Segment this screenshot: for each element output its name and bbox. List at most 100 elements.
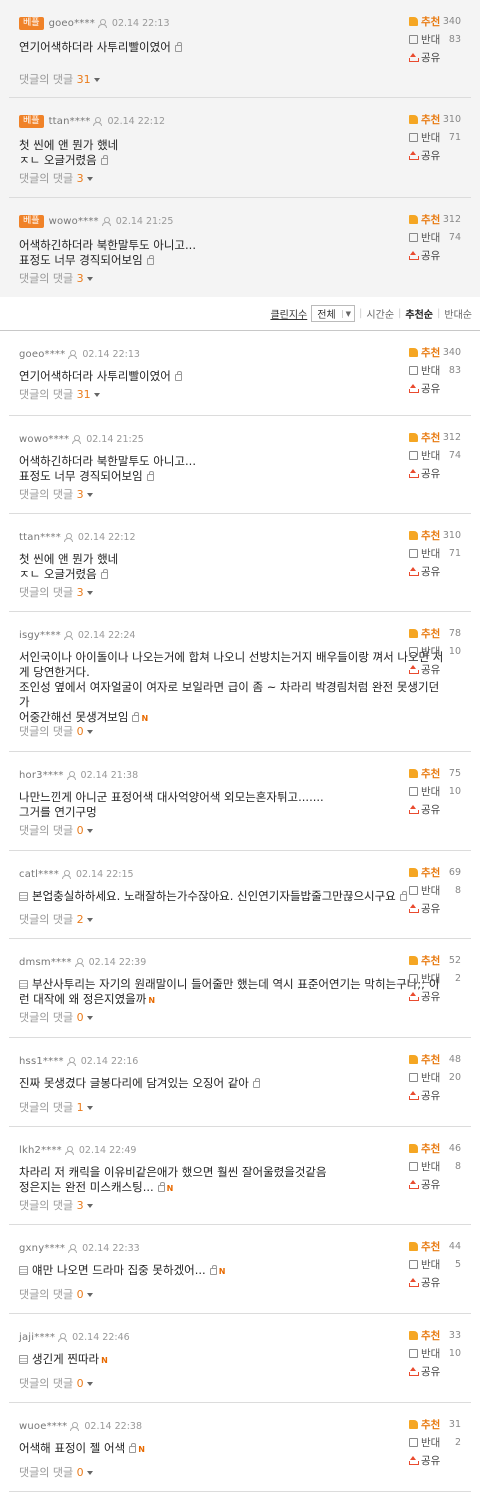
author-nickname[interactable]: jaji****: [19, 1332, 55, 1343]
share-button[interactable]: 공유: [409, 1362, 461, 1380]
downvote-button[interactable]: 반대 10: [409, 782, 461, 800]
reply-toggle[interactable]: 댓글의 댓글 2: [19, 911, 93, 927]
share-button[interactable]: 공유: [409, 1451, 461, 1469]
upvote-button[interactable]: 추천 75: [409, 764, 461, 782]
reply-toggle[interactable]: 댓글의 댓글 1: [19, 1099, 93, 1115]
cleanbot-link[interactable]: 클린지수: [270, 306, 307, 321]
upvote-button[interactable]: 추천 69: [409, 863, 461, 881]
share-button[interactable]: 공유: [409, 800, 461, 818]
upvote-button[interactable]: 추천 312: [409, 210, 461, 228]
downvote-button[interactable]: 반대 2: [409, 1433, 461, 1451]
filter-select[interactable]: 전체 ▼: [311, 305, 356, 322]
user-icon[interactable]: [72, 434, 82, 444]
downvote-button[interactable]: 반대 83: [409, 30, 461, 48]
user-icon[interactable]: [66, 770, 76, 780]
author-nickname[interactable]: wowo****: [49, 216, 99, 227]
author-nickname[interactable]: catl****: [19, 869, 59, 880]
report-icon[interactable]: [100, 569, 108, 579]
share-button[interactable]: 공유: [409, 48, 461, 66]
downvote-button[interactable]: 반대 83: [409, 361, 461, 379]
downvote-button[interactable]: 반대 2: [409, 969, 461, 987]
user-icon[interactable]: [101, 216, 111, 226]
author-nickname[interactable]: wowo****: [19, 434, 69, 445]
user-icon[interactable]: [63, 630, 73, 640]
author-nickname[interactable]: goeo****: [19, 349, 65, 360]
reply-toggle[interactable]: 댓글의 댓글 3: [19, 486, 93, 502]
author-nickname[interactable]: wuoe****: [19, 1421, 67, 1432]
upvote-button[interactable]: 추천 310: [409, 110, 461, 128]
upvote-button[interactable]: 추천 310: [409, 526, 461, 544]
reply-toggle[interactable]: 댓글의 댓글 3: [19, 1197, 93, 1213]
author-nickname[interactable]: hor3****: [19, 770, 64, 781]
user-icon[interactable]: [74, 957, 84, 967]
report-icon[interactable]: [157, 1182, 165, 1192]
sort-downvote-button[interactable]: 반대순: [444, 306, 472, 321]
reply-toggle[interactable]: 댓글의 댓글 0: [19, 1464, 93, 1480]
sort-time-button[interactable]: 시간순: [366, 306, 394, 321]
report-icon[interactable]: [399, 891, 407, 901]
downvote-button[interactable]: 반대 10: [409, 1344, 461, 1362]
user-icon[interactable]: [64, 1145, 74, 1155]
upvote-button[interactable]: 추천 46: [409, 1139, 461, 1157]
upvote-button[interactable]: 추천 340: [409, 12, 461, 30]
upvote-button[interactable]: 추천 44: [409, 1237, 461, 1255]
upvote-button[interactable]: 추천 48: [409, 1050, 461, 1068]
report-icon[interactable]: [132, 712, 140, 722]
report-icon[interactable]: [129, 1443, 137, 1453]
upvote-button[interactable]: 추천 31: [409, 1415, 461, 1433]
author-nickname[interactable]: ttan****: [19, 532, 61, 543]
share-button[interactable]: 공유: [409, 1175, 461, 1193]
user-icon[interactable]: [97, 18, 107, 28]
author-nickname[interactable]: hss1****: [19, 1056, 64, 1067]
share-button[interactable]: 공유: [409, 660, 461, 678]
author-nickname[interactable]: goeo****: [49, 18, 95, 29]
author-nickname[interactable]: gxny****: [19, 1243, 65, 1254]
report-icon[interactable]: [100, 155, 108, 165]
report-icon[interactable]: [146, 255, 154, 265]
share-button[interactable]: 공유: [409, 562, 461, 580]
share-button[interactable]: 공유: [409, 987, 461, 1005]
sort-upvote-button[interactable]: 추천순: [405, 306, 433, 321]
reply-toggle[interactable]: 댓글의 댓글 3: [19, 584, 93, 600]
share-button[interactable]: 공유: [409, 464, 461, 482]
downvote-button[interactable]: 반대 20: [409, 1068, 461, 1086]
author-nickname[interactable]: ttan****: [49, 116, 91, 127]
share-button[interactable]: 공유: [409, 1086, 461, 1104]
author-nickname[interactable]: lkh2****: [19, 1145, 62, 1156]
upvote-button[interactable]: 추천 312: [409, 428, 461, 446]
upvote-button[interactable]: 추천 340: [409, 343, 461, 361]
share-button[interactable]: 공유: [409, 899, 461, 917]
user-icon[interactable]: [68, 349, 78, 359]
upvote-button[interactable]: 추천 52: [409, 951, 461, 969]
user-icon[interactable]: [58, 1332, 68, 1342]
reply-toggle[interactable]: 댓글의 댓글 3: [19, 270, 93, 286]
downvote-button[interactable]: 반대 8: [409, 881, 461, 899]
reply-toggle[interactable]: 댓글의 댓글 0: [19, 723, 93, 739]
downvote-button[interactable]: 반대 74: [409, 228, 461, 246]
user-icon[interactable]: [66, 1056, 76, 1066]
share-button[interactable]: 공유: [409, 379, 461, 397]
downvote-button[interactable]: 반대 71: [409, 128, 461, 146]
downvote-button[interactable]: 반대 71: [409, 544, 461, 562]
share-button[interactable]: 공유: [409, 246, 461, 264]
user-icon[interactable]: [70, 1421, 80, 1431]
reply-toggle[interactable]: 댓글의 댓글 31: [19, 386, 100, 402]
downvote-button[interactable]: 반대 8: [409, 1157, 461, 1175]
author-nickname[interactable]: isgy****: [19, 630, 61, 641]
user-icon[interactable]: [61, 869, 71, 879]
reply-toggle[interactable]: 댓글의 댓글 0: [19, 1375, 93, 1391]
reply-toggle[interactable]: 댓글의 댓글 0: [19, 822, 93, 838]
reply-toggle[interactable]: 댓글의 댓글 0: [19, 1286, 93, 1302]
upvote-button[interactable]: 추천 33: [409, 1326, 461, 1344]
user-icon[interactable]: [93, 116, 103, 126]
upvote-button[interactable]: 추천 78: [409, 624, 461, 642]
report-icon[interactable]: [252, 1078, 260, 1088]
reply-toggle[interactable]: 댓글의 댓글 31: [19, 71, 100, 87]
report-icon[interactable]: [174, 371, 182, 381]
reply-toggle[interactable]: 댓글의 댓글 0: [19, 1009, 93, 1025]
downvote-button[interactable]: 반대 5: [409, 1255, 461, 1273]
report-icon[interactable]: [209, 1265, 217, 1275]
share-button[interactable]: 공유: [409, 1273, 461, 1291]
downvote-button[interactable]: 반대 74: [409, 446, 461, 464]
reply-toggle[interactable]: 댓글의 댓글 3: [19, 170, 93, 186]
